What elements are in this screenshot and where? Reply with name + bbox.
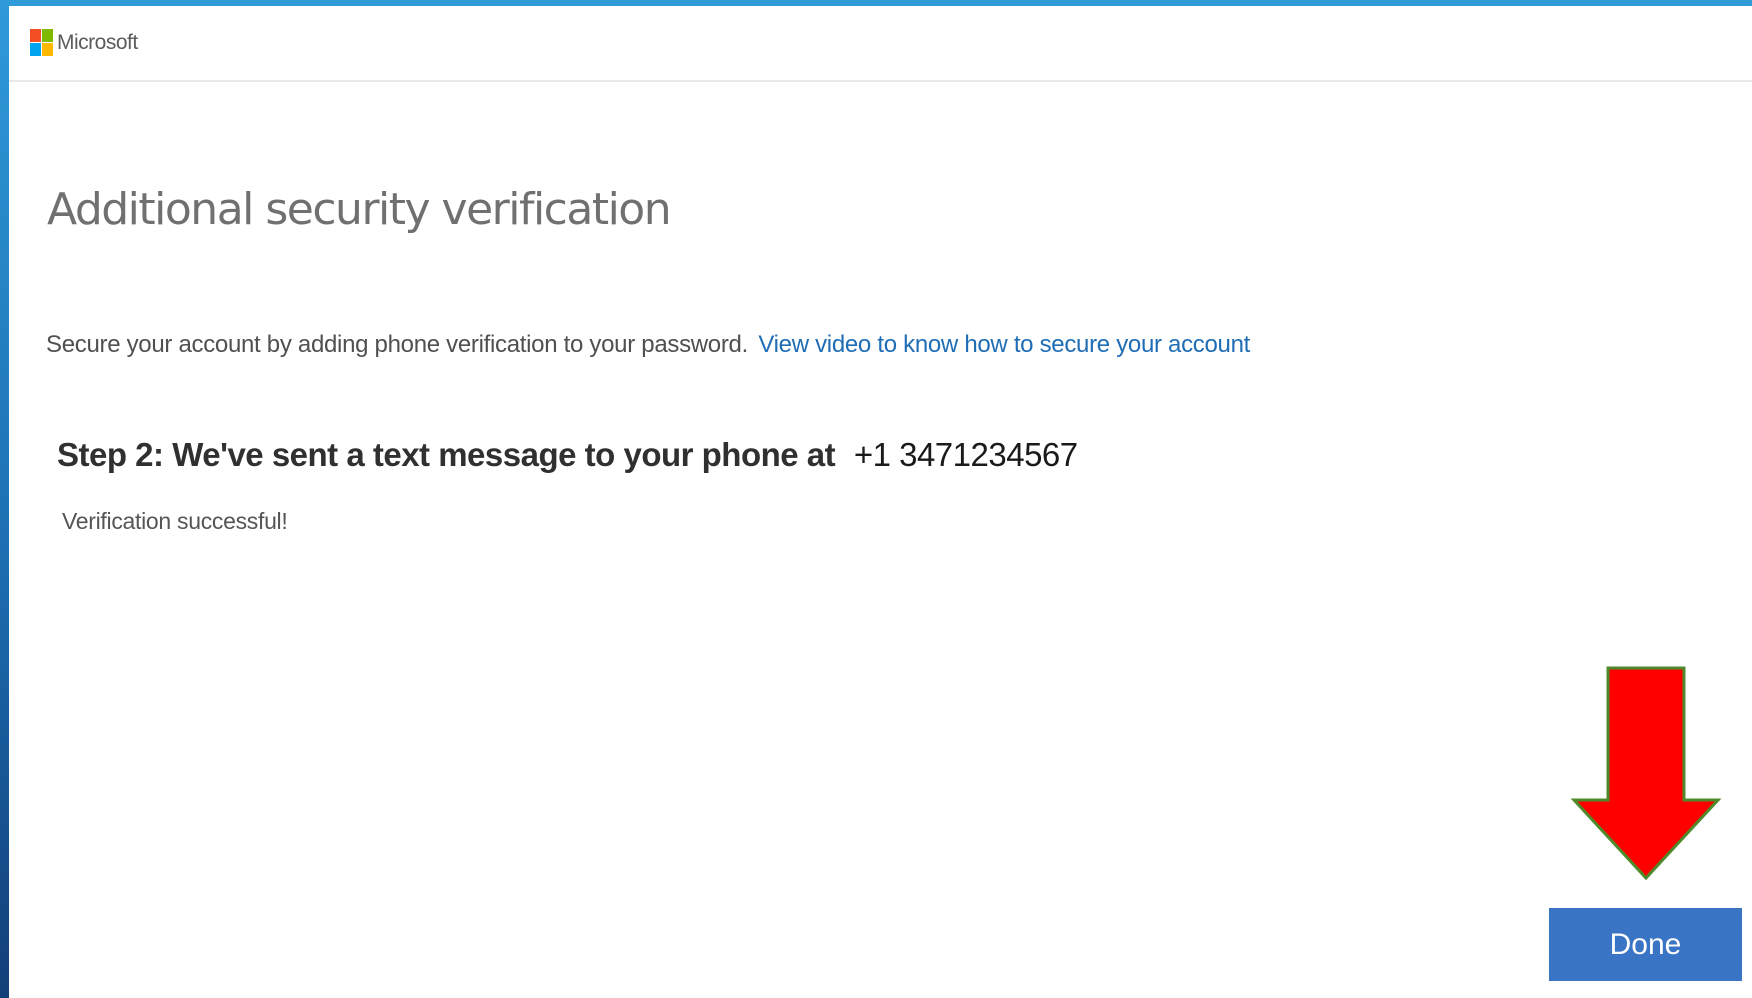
phone-number: +1 3471234567 — [853, 436, 1078, 473]
status-message: Verification successful! — [62, 508, 288, 534]
page-title: Additional security verification — [47, 184, 672, 235]
step-heading: Step 2: We've sent a text message to you… — [57, 436, 1078, 474]
done-button[interactable]: Done — [1549, 908, 1742, 981]
brand-name: Microsoft — [57, 30, 138, 54]
window-frame: Microsoft Additional security verificati… — [0, 0, 1752, 998]
down-arrow-icon — [1570, 666, 1722, 881]
step-text: Step 2: We've sent a text message to you… — [57, 436, 836, 473]
verification-page: Microsoft Additional security verificati… — [9, 6, 1752, 998]
view-video-link[interactable]: View video to know how to secure your ac… — [758, 331, 1250, 358]
intro-paragraph: Secure your account by adding phone veri… — [46, 331, 1250, 359]
header-bar: Microsoft — [9, 6, 1752, 82]
microsoft-logo-icon — [30, 29, 53, 56]
intro-text: Secure your account by adding phone veri… — [46, 331, 748, 358]
microsoft-logo: Microsoft — [30, 29, 138, 56]
